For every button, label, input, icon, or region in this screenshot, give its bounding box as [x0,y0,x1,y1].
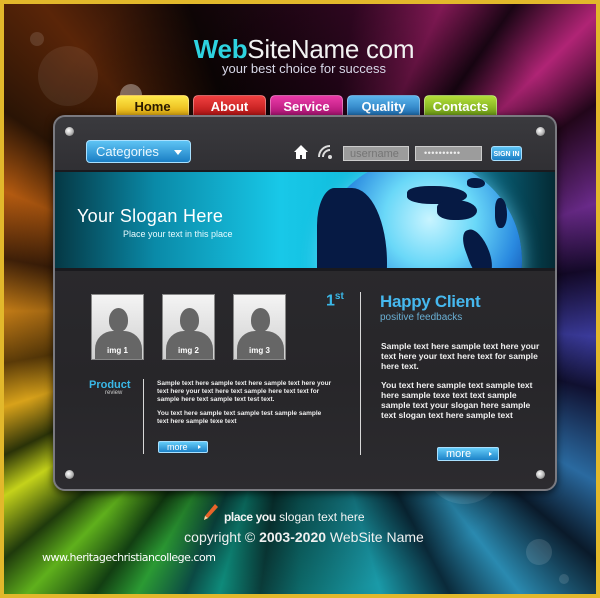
screw-icon [536,127,545,136]
chevron-down-icon [174,150,182,155]
arrow-right-icon [489,452,492,456]
sign-in-button[interactable]: SIGN IN [491,146,522,161]
copyright: copyright © 2003-2020 WebSite Name [4,529,596,545]
tab-contacts[interactable]: Contacts [424,95,497,117]
rss-icon[interactable] [317,144,333,160]
banner-slogan: Your Slogan Here [77,206,224,226]
home-icon[interactable] [293,144,309,160]
more-label: more [446,448,472,460]
tab-quality[interactable]: Quality [347,95,420,117]
pencil-icon [204,504,218,520]
image-thumbnail[interactable]: img 2 [162,294,215,360]
footer-slogan-rest: slogan text here [275,510,365,524]
tab-home[interactable]: Home [116,95,189,117]
product-paragraph: Sample text here sample text here sample… [157,380,332,403]
site-title-rest: SiteName com [247,34,415,64]
copyright-years: 2003-2020 [259,529,327,545]
client-paragraph: You text here sample text sample text he… [381,380,533,420]
screw-icon [65,127,74,136]
continent-shape [459,225,497,268]
column-divider [360,292,361,455]
rank-number: 1 [326,292,335,310]
client-paragraph: Sample text here sample text here your t… [381,341,540,371]
continent-shape [467,178,485,188]
page: WebSiteName com your best choice for suc… [0,0,600,598]
tab-service[interactable]: Service [270,95,343,117]
product-paragraph: You text here sample text sample test sa… [157,410,322,425]
column-divider [143,379,144,454]
image-thumbnail[interactable]: img 3 [233,294,286,360]
image-label: img 2 [178,346,199,355]
more-label: more [167,442,188,452]
copyright-suffix: WebSite Name [326,529,424,545]
rank-badge: 1st [326,291,344,310]
screw-icon [536,470,545,479]
image-label: img 3 [249,346,270,355]
site-tagline: your best choice for success [221,61,387,76]
product-subtitle: review [105,390,123,396]
continent-shape [495,198,507,228]
rank-suffix: st [334,291,344,302]
footer-slogan: place you slogan text here [224,510,365,524]
banner-subtext: Place your text in this place [123,229,233,239]
arrow-right-icon [198,445,201,449]
categories-label: Categories [96,144,159,159]
happy-client-subtitle: positive feedbacks [380,312,463,323]
tab-about[interactable]: About [193,95,266,117]
image-thumbnail[interactable]: img 1 [91,294,144,360]
person-silhouette-icon [180,308,199,332]
main-nav: Home About Service Quality Contacts [116,95,497,117]
product-more-button[interactable]: more [158,441,208,453]
screw-icon [65,470,74,479]
content-panel: Categories •••••••••• SIGN IN Your Sloga… [53,115,557,491]
footer-slogan-bold: place you [224,510,276,524]
person-silhouette-icon [251,308,270,332]
happy-client-title: Happy Client [380,292,481,311]
bokeh-decoration [559,574,569,584]
site-title-accent: Web [193,34,248,64]
password-input[interactable]: •••••••••• [415,146,482,161]
globe-image [317,172,522,268]
person-silhouette-icon [109,308,128,332]
client-more-button[interactable]: more [437,447,499,461]
username-input[interactable] [343,146,409,161]
watermark: www.heritagechristiancollege.com [42,551,216,564]
image-label: img 1 [107,346,128,355]
copyright-prefix: copyright © [184,529,260,545]
continent-shape [317,188,387,268]
categories-dropdown[interactable]: Categories [86,140,191,163]
continent-shape [437,200,477,220]
hero-banner: Your Slogan Here Place your text in this… [55,170,555,271]
